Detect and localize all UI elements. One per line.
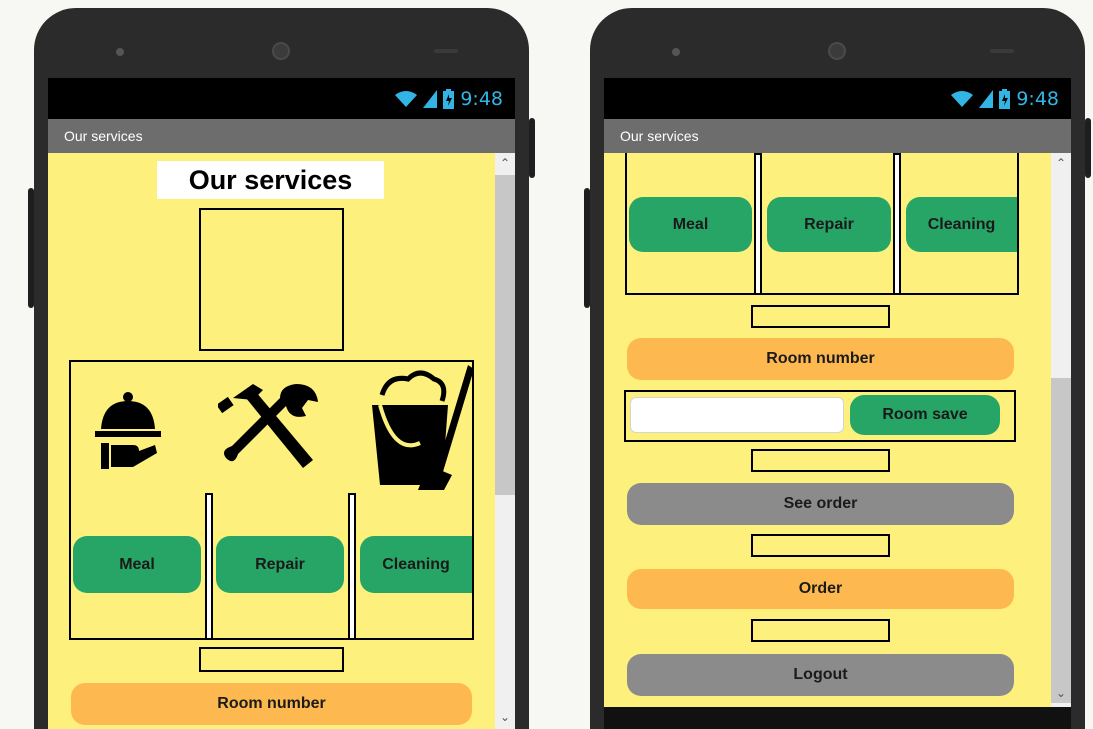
- see-order-button[interactable]: See order: [627, 483, 1014, 525]
- earpiece-speaker: [828, 42, 846, 60]
- spacer-box: [199, 647, 344, 672]
- earpiece-speaker: [272, 42, 290, 60]
- scroll-down-icon[interactable]: ⌄: [1055, 687, 1067, 699]
- volume-button: [584, 188, 590, 308]
- meal-icon: [95, 392, 161, 469]
- spacer-box: [751, 534, 890, 557]
- image-placeholder: [199, 208, 344, 351]
- front-camera: [672, 48, 680, 56]
- repair-tools-icon: [218, 384, 318, 468]
- wifi-icon: [395, 90, 418, 107]
- status-time: 9:48: [460, 87, 503, 110]
- repair-button[interactable]: Repair: [767, 197, 891, 252]
- status-time: 9:48: [1016, 87, 1059, 110]
- title-bar: Our services: [604, 119, 1071, 153]
- wifi-icon: [951, 90, 974, 107]
- meal-button[interactable]: Meal: [629, 197, 752, 252]
- meal-button[interactable]: Meal: [73, 536, 201, 593]
- room-number-input[interactable]: [630, 397, 844, 433]
- page-title: Our services: [157, 161, 384, 199]
- proximity-sensor: [434, 49, 458, 53]
- service-divider: [893, 153, 901, 295]
- signal-icon: [979, 89, 994, 108]
- front-camera: [116, 48, 124, 56]
- room-number-button[interactable]: Room number: [71, 683, 472, 725]
- content-right[interactable]: Meal Repair Cleaning Room number Room sa…: [604, 153, 1071, 707]
- cleaning-button[interactable]: Cleaning: [360, 536, 472, 593]
- repair-button[interactable]: Repair: [216, 536, 344, 593]
- room-number-button[interactable]: Room number: [627, 338, 1014, 380]
- status-bar: 9:48: [604, 78, 1071, 119]
- volume-button: [28, 188, 34, 308]
- screen-left: 9:48 Our services Our services Meal Repa…: [48, 78, 515, 729]
- battery-icon: [999, 88, 1011, 109]
- spacer-box: [751, 449, 890, 472]
- power-button: [529, 118, 535, 178]
- scroll-up-icon[interactable]: ⌃: [499, 157, 511, 169]
- scrollbar-thumb[interactable]: [1051, 378, 1071, 703]
- cleaning-bucket-icon: [372, 365, 474, 490]
- spacer-box: [751, 619, 890, 642]
- logout-button[interactable]: Logout: [627, 654, 1014, 696]
- navigation-bar: [604, 707, 1071, 729]
- order-button[interactable]: Order: [627, 569, 1014, 609]
- content-left[interactable]: Our services Meal Repair Cleaning Room n…: [48, 153, 515, 729]
- phone-left: 9:48 Our services Our services Meal Repa…: [28, 8, 535, 729]
- status-bar: 9:48: [48, 78, 515, 119]
- battery-icon: [443, 88, 455, 109]
- signal-icon: [423, 89, 438, 108]
- service-divider: [754, 153, 762, 295]
- screen-right: 9:48 Our services Meal Repair Cleaning R…: [604, 78, 1071, 729]
- proximity-sensor: [990, 49, 1014, 53]
- service-divider: [205, 493, 213, 640]
- cleaning-button[interactable]: Cleaning: [906, 197, 1017, 252]
- stage: 9:48 Our services Our services Meal Repa…: [0, 0, 1093, 729]
- power-button: [1085, 118, 1091, 178]
- title-bar: Our services: [48, 119, 515, 153]
- room-save-button[interactable]: Room save: [850, 395, 1000, 435]
- service-divider: [348, 493, 356, 640]
- phone-right: 9:48 Our services Meal Repair Cleaning R…: [584, 8, 1091, 729]
- spacer-box: [751, 305, 890, 328]
- scrollbar-thumb[interactable]: [495, 175, 515, 495]
- scroll-up-icon[interactable]: ⌃: [1055, 157, 1067, 169]
- scroll-down-icon[interactable]: ⌄: [499, 711, 511, 723]
